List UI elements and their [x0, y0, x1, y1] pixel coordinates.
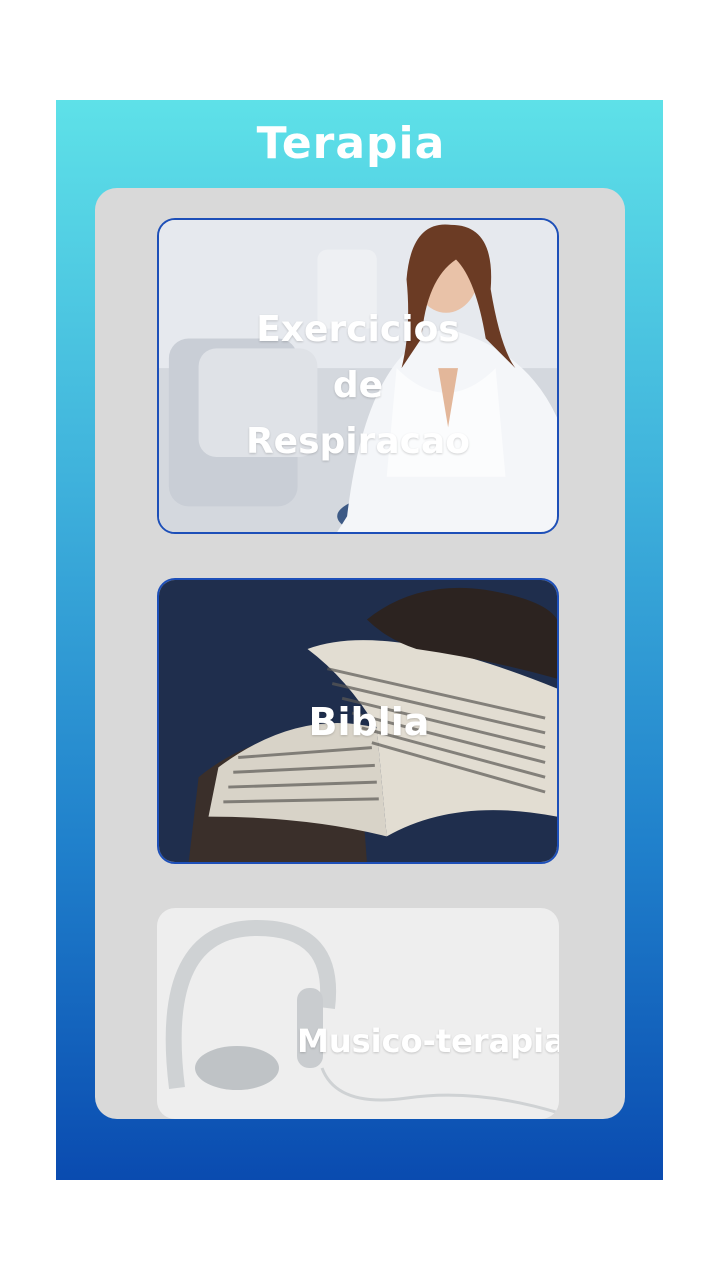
breathing-exercises-card[interactable]: Exercicios de Respiracao: [157, 218, 559, 534]
label-line: Exercicios: [256, 309, 460, 350]
music-therapy-card[interactable]: Musico-terapia: [157, 908, 559, 1119]
bible-label: Biblia: [308, 700, 430, 744]
therapy-screen: Terapia Exercicios de Respiracao Biblia …: [56, 100, 663, 1180]
label-line: Respiracao: [245, 421, 471, 462]
page-title: Terapia: [256, 118, 446, 169]
therapy-options-panel: Exercicios de Respiracao Biblia Musico-t…: [95, 188, 625, 1119]
music-therapy-label: Musico-terapia: [297, 1022, 559, 1060]
breathing-exercises-label: Exercicios de Respiracao: [159, 302, 557, 470]
label-line: de: [332, 365, 384, 406]
bible-card[interactable]: Biblia: [157, 578, 559, 864]
headphones-photo-icon: [157, 908, 559, 1119]
